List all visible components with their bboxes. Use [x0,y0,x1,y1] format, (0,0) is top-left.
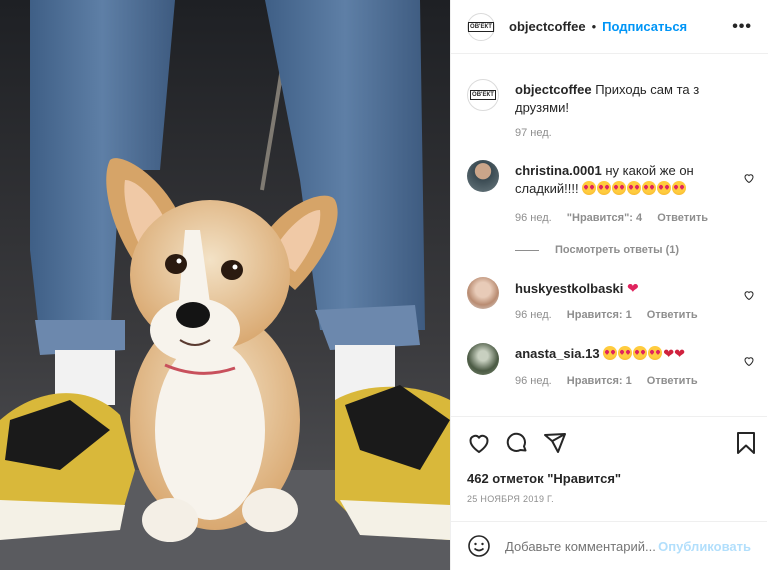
comment-text: christina.0001 ну какой же он сладкий!!!… [515,162,740,198]
bookmark-icon[interactable] [735,431,757,455]
replies-line [515,249,539,251]
comment-username[interactable]: huskyestkolbaski [515,281,623,296]
comment-meta: 96 нед. Нравится: 1 Ответить [515,309,710,321]
post-photo[interactable] [0,0,450,570]
emoji-row-icon: ❤❤ [603,346,685,361]
commenter-avatar[interactable] [467,343,499,375]
comments-list[interactable]: OB'ЕКТ objectcoffee Приходь сам та з дру… [451,55,767,415]
comment-likes[interactable]: Нравится: 1 [567,309,632,321]
action-icons [451,417,767,469]
comment-username[interactable]: christina.0001 [515,163,602,178]
reply-button[interactable]: Ответить [647,375,698,387]
like-comment-heart-icon[interactable] [743,289,755,301]
red-heart-emoji-icon: ❤ [627,280,639,296]
caption-meta: 97 нед. [515,127,564,139]
comment-username[interactable]: anastа_sia.13 [515,346,600,361]
comment-likes[interactable]: "Нравится": 4 [567,212,642,224]
caption-avatar[interactable]: OB'ЕКТ [467,79,499,111]
view-replies-button[interactable]: Посмотреть ответы (1) [515,244,679,256]
avatar-logo: OB'ЕКТ [468,21,494,32]
commenter-avatar[interactable] [467,160,499,192]
post-panel: OB'ЕКТ objectcoffee • Подписаться ••• OB… [450,0,768,570]
post-image [0,0,450,570]
like-comment-heart-icon[interactable] [743,355,755,367]
view-replies-label: Посмотреть ответы (1) [555,244,680,256]
comment-time[interactable]: 96 нед. [515,309,552,321]
caption-username[interactable]: objectcoffee [515,82,592,97]
comment-text: anastа_sia.13 ❤❤ [515,345,740,363]
follow-button[interactable]: Подписаться [602,19,687,34]
post-header: OB'ЕКТ objectcoffee • Подписаться ••• [451,0,768,54]
separator-dot: • [591,19,597,34]
publish-button[interactable]: Опубликовать [658,539,751,554]
comment-time[interactable]: 96 нед. [515,375,552,387]
reply-button[interactable]: Ответить [657,212,708,224]
avatar-logo: OB'ЕКТ [470,90,496,100]
share-icon[interactable] [543,431,567,455]
caption-time[interactable]: 97 нед. [515,127,552,139]
reply-button[interactable]: Ответить [647,309,698,321]
add-comment-bar: Опубликовать [451,521,767,570]
comment-input[interactable] [503,537,657,555]
comment-meta: 96 нед. "Нравится": 4 Ответить [515,212,720,224]
emoji-icon[interactable] [467,534,491,558]
comment-likes[interactable]: Нравится: 1 [567,375,632,387]
comment-time[interactable]: 96 нед. [515,212,552,224]
heart-icon[interactable] [467,431,491,455]
like-comment-heart-icon[interactable] [743,172,755,184]
commenter-avatar[interactable] [467,277,499,309]
caption-text: objectcoffee Приходь сам та з друзями! [515,81,740,117]
heart-eyes-emoji-icon [582,181,687,196]
comment-icon[interactable] [505,431,529,455]
author-username[interactable]: objectcoffee [509,19,586,34]
comment-meta: 96 нед. Нравится: 1 Ответить [515,375,710,387]
more-options-icon[interactable]: ••• [732,18,752,36]
comment-text: huskyestkolbaski ❤ [515,279,740,298]
likes-count[interactable]: 462 отметок "Нравится" [467,471,621,486]
post-date[interactable]: 25 НОЯБРЯ 2019 Г. [467,494,554,504]
action-bar [451,416,767,469]
author-avatar[interactable]: OB'ЕКТ [467,12,495,41]
